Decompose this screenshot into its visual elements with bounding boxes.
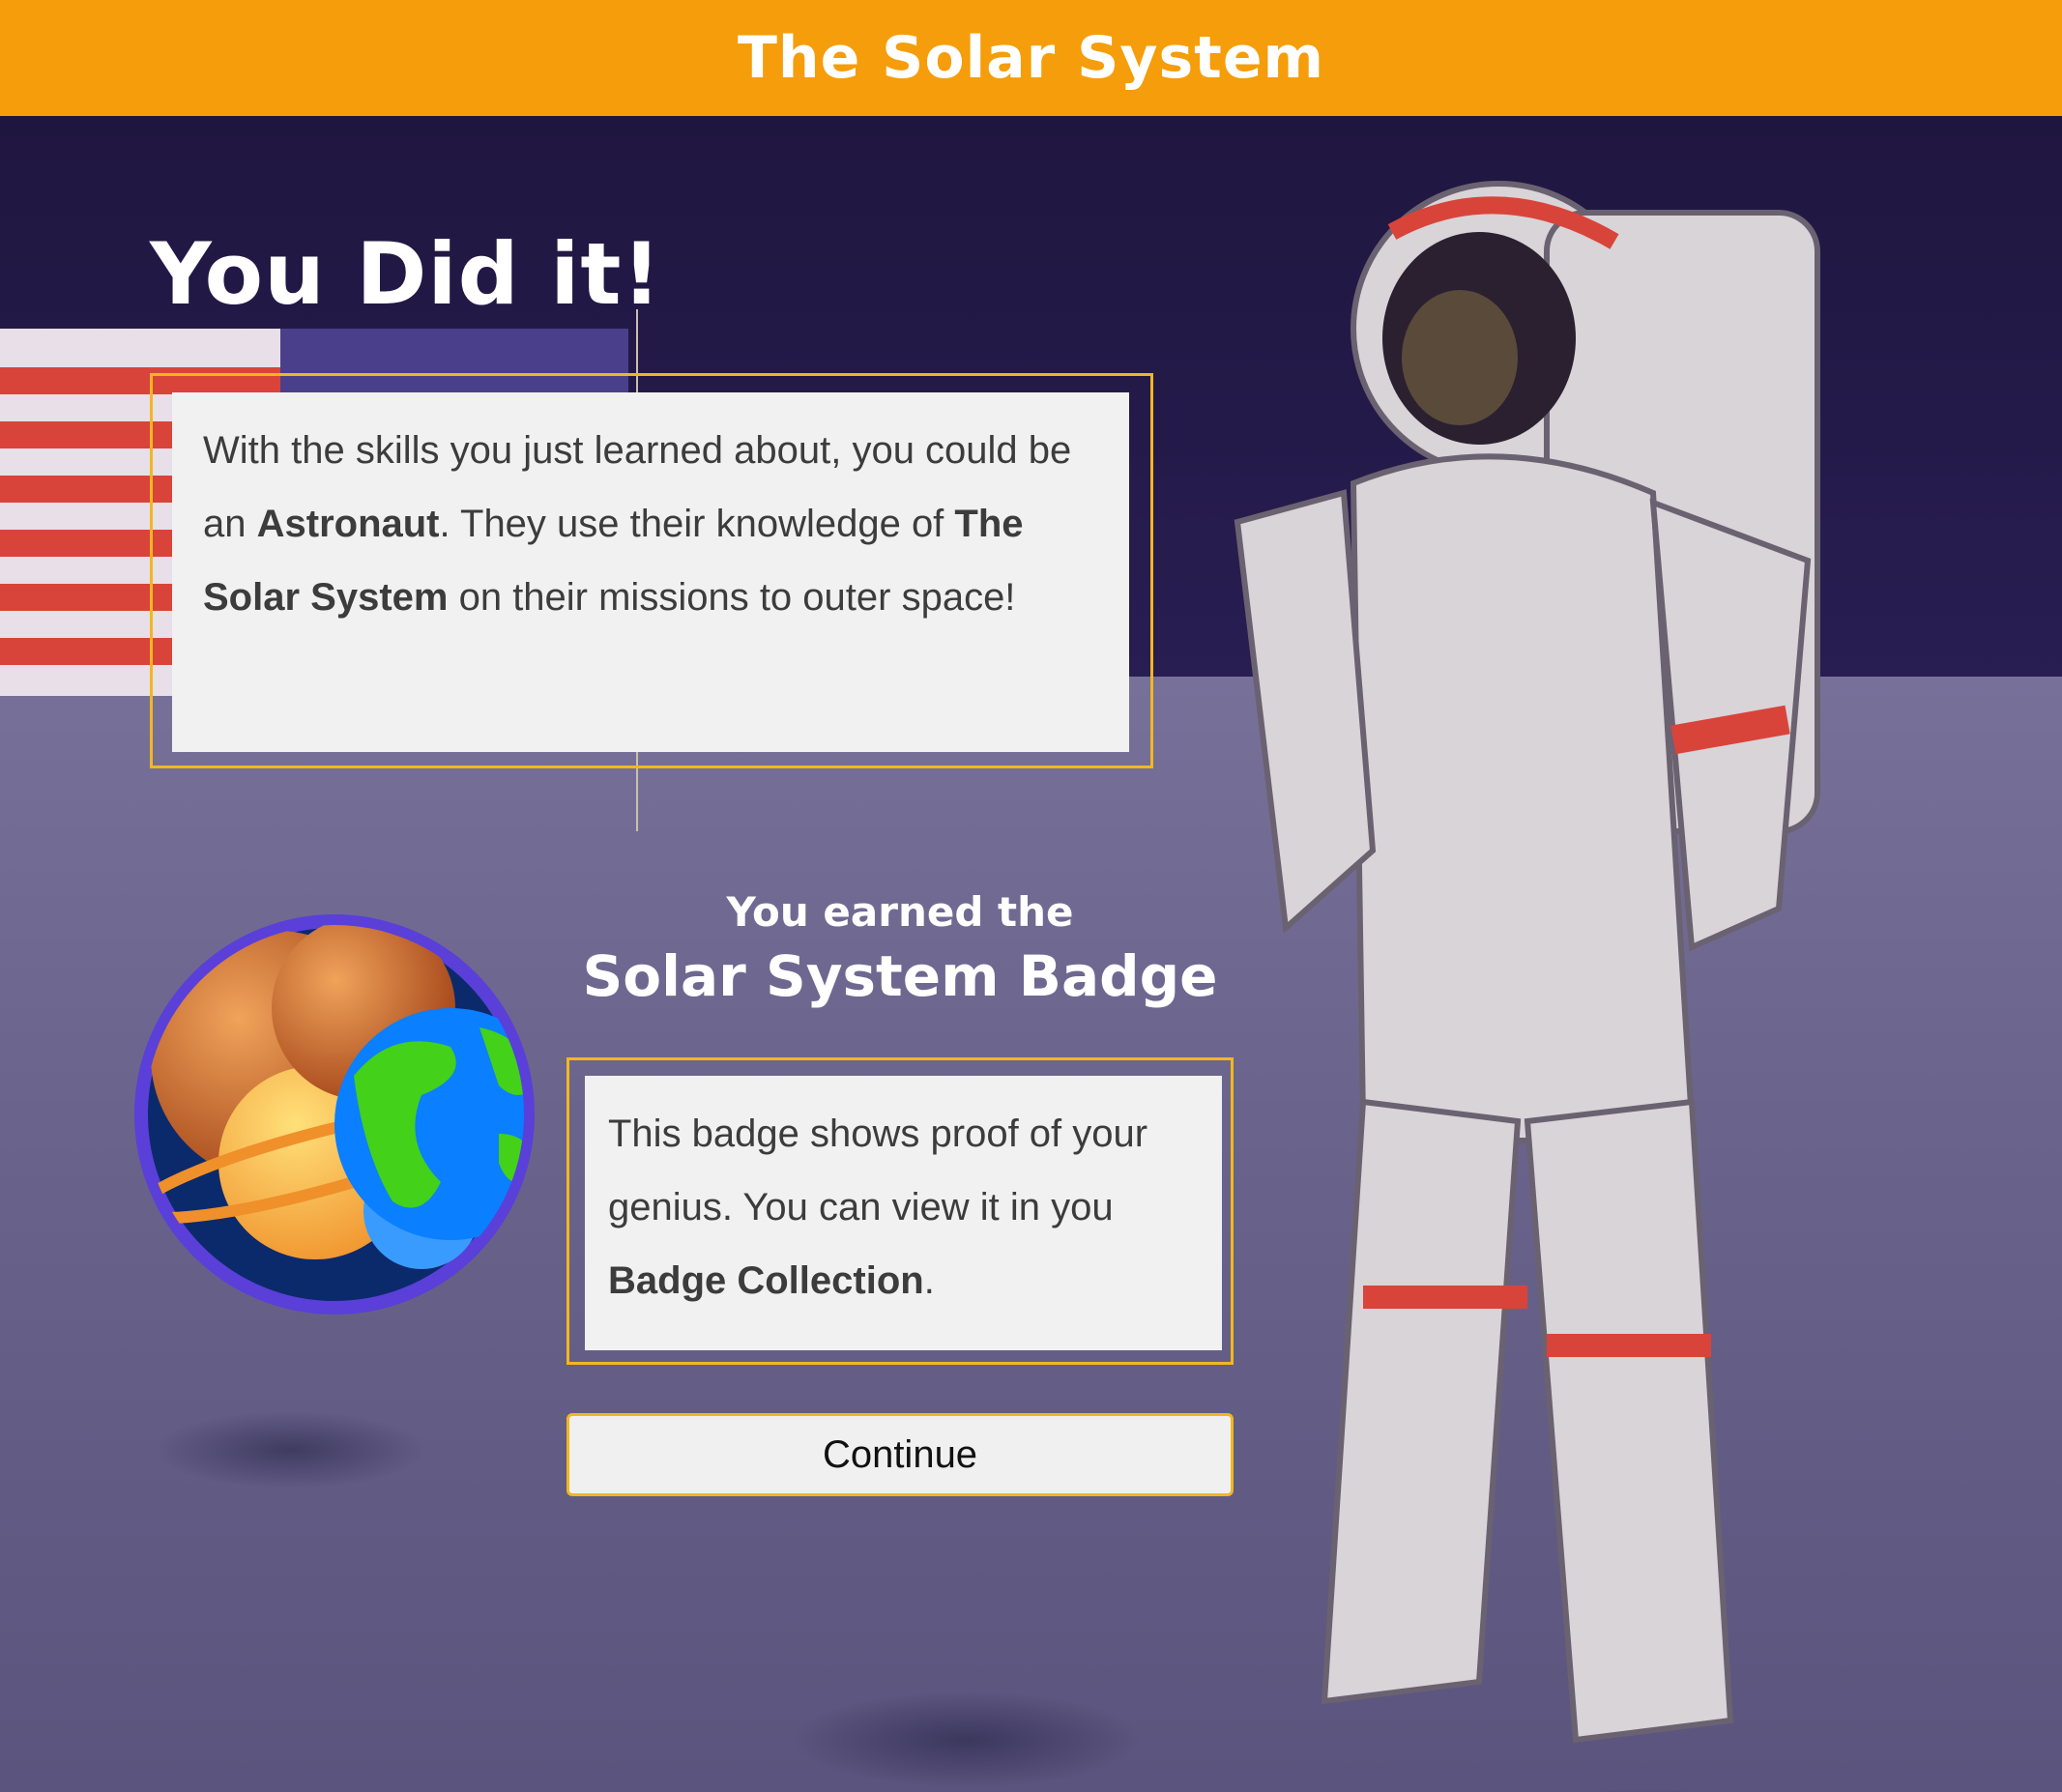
- continue-button[interactable]: Continue: [566, 1413, 1234, 1496]
- app-header: The Solar System: [0, 0, 2062, 116]
- badge-name: Solar System Badge: [582, 943, 1218, 1009]
- badge-info-card: This badge shows proof of your genius. Y…: [566, 1057, 1234, 1365]
- badge-collection-label: Badge Collection: [608, 1259, 924, 1302]
- career-info-card: With the skills you just learned about, …: [150, 373, 1153, 768]
- app-title: The Solar System: [737, 24, 1325, 92]
- solar-system-badge-icon: [134, 914, 535, 1315]
- badge-info-text: This badge shows proof of your genius. Y…: [585, 1076, 1222, 1350]
- badge-earned-heading: You earned the Solar System Badge: [566, 883, 1234, 1011]
- badge-earned-line1: You earned the: [726, 888, 1074, 936]
- career-name: Astronaut: [256, 503, 440, 545]
- career-info-text: With the skills you just learned about, …: [172, 392, 1129, 752]
- success-heading: You Did it!: [150, 224, 662, 324]
